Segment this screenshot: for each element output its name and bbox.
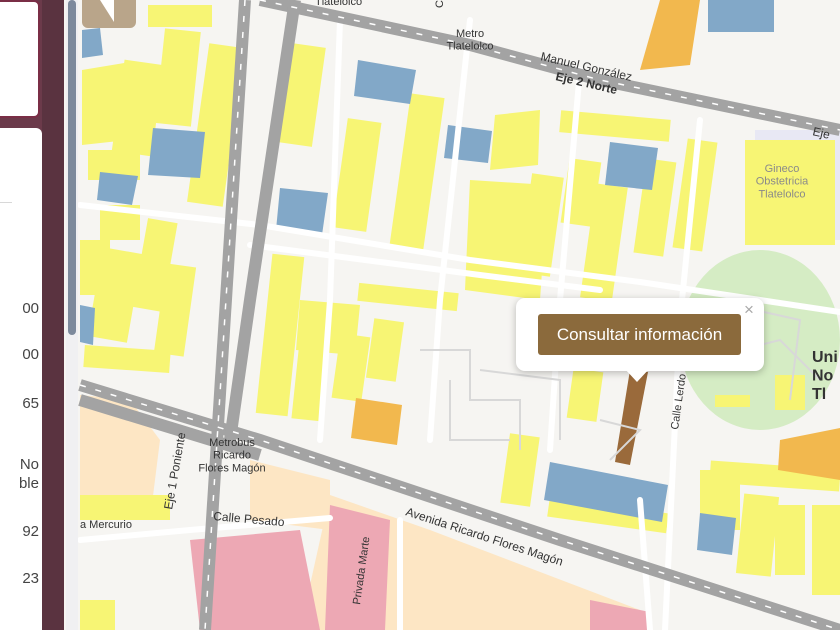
label-top-c: C [434,0,446,8]
sidebar-value-2: 00 [22,346,39,363]
sidebar-value-5: 92 [22,523,39,540]
collapse-panel-button[interactable] [82,0,136,28]
left-panel: 00 00 65 No ble 92 23 [0,0,64,630]
left-panel-strip [42,0,64,630]
card-divider [0,202,12,203]
sidebar-value-3: 65 [22,395,39,412]
triangle-arrow-icon [100,0,114,22]
scrollbar-thumb[interactable] [68,0,76,335]
sidebar-value-1: 00 [22,300,39,317]
building-public-top [708,0,774,32]
consultar-informacion-button[interactable]: Consultar información [538,314,741,355]
top-card [0,0,40,118]
close-icon[interactable]: × [744,301,754,319]
popup-pointer [624,368,650,382]
sidebar-value-6: 23 [22,570,39,587]
label-mercurio: a Mercurio [80,519,132,531]
results-card: 00 00 65 No ble 92 23 [0,128,42,630]
label-top-street: Tlatelolco [315,0,362,8]
building-commercial-center [351,398,402,445]
sidebar-value-4: No ble [18,456,39,492]
